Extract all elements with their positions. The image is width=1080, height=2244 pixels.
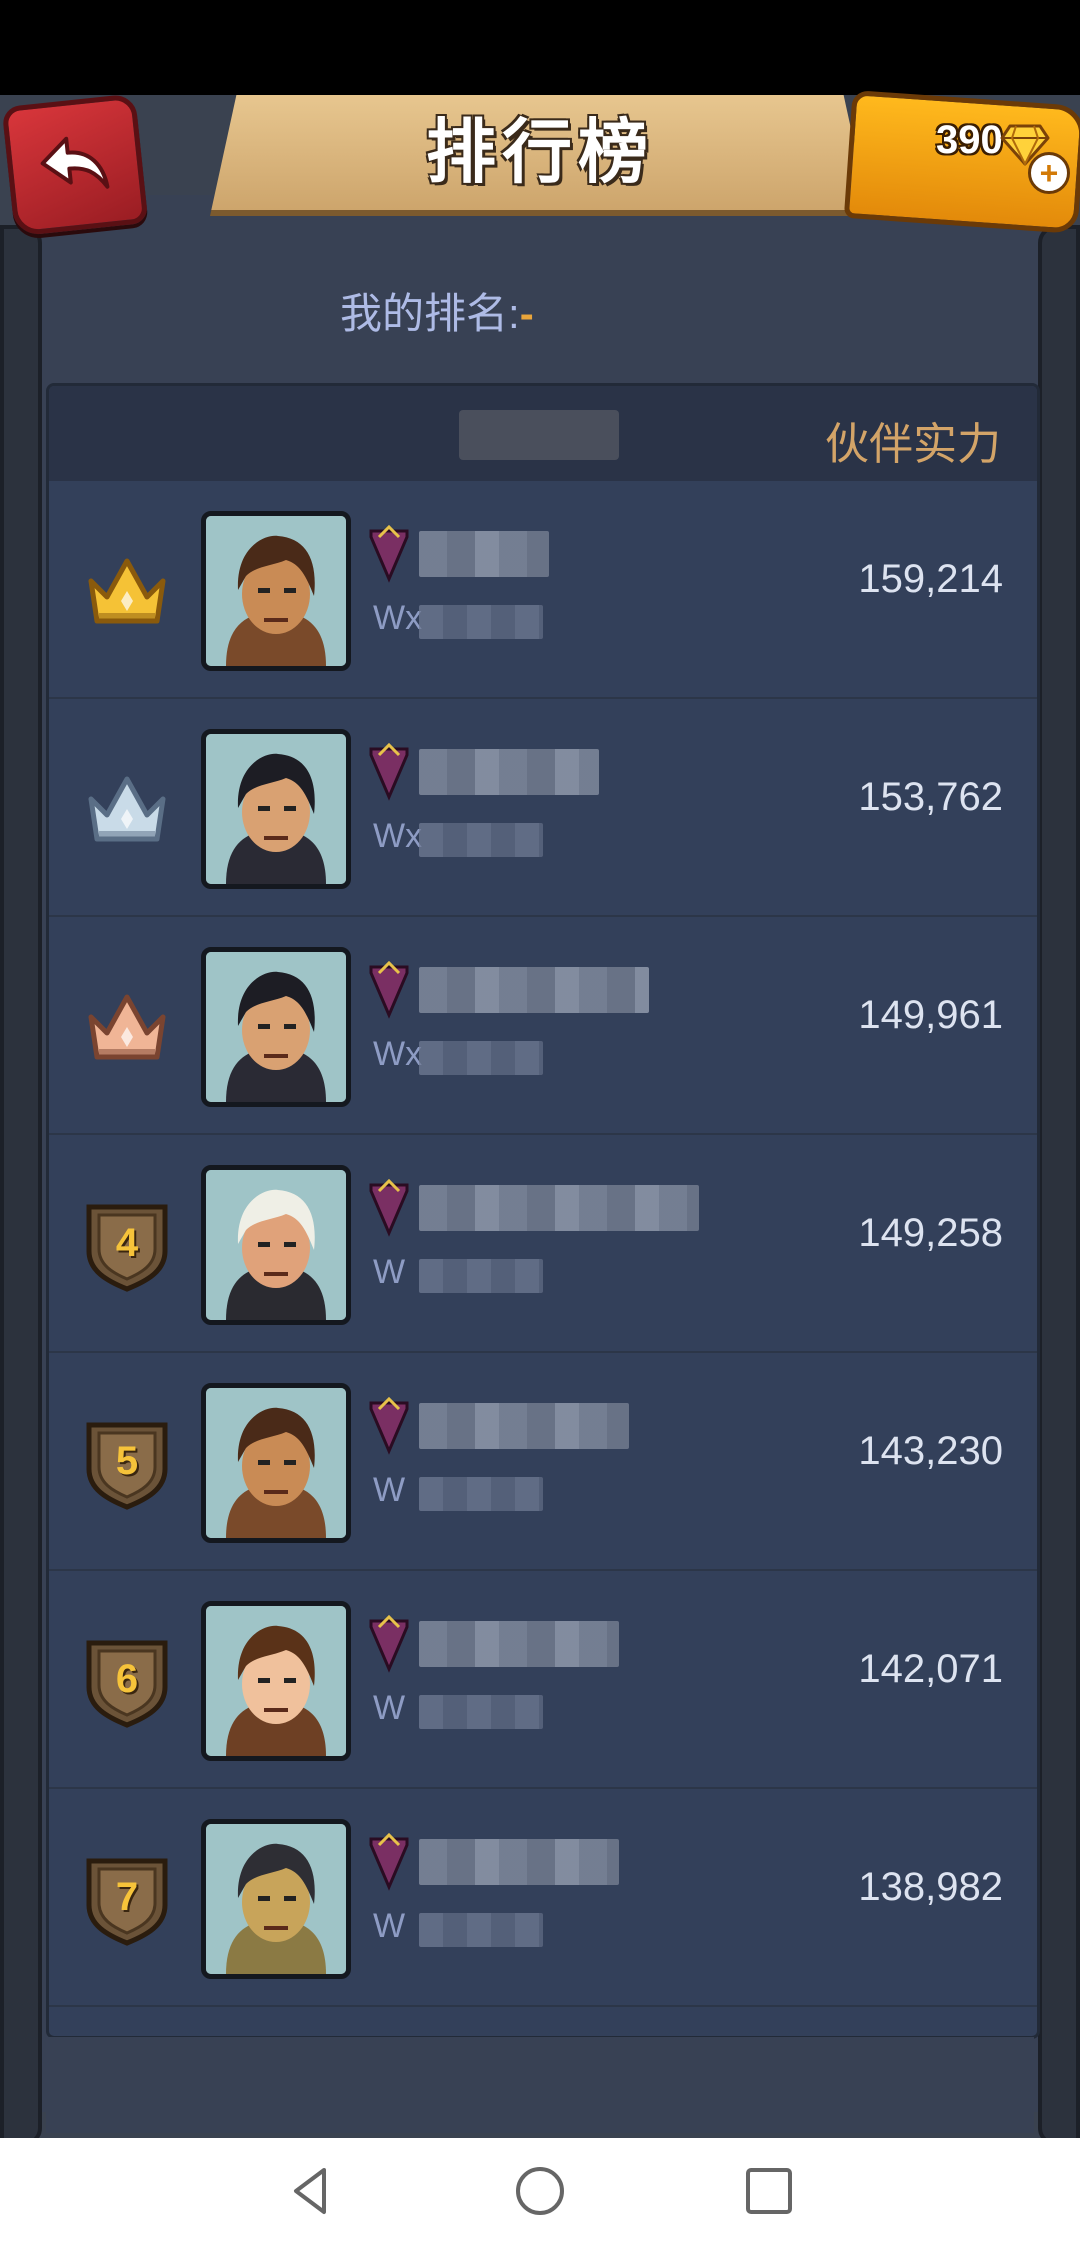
player-id-prefix: W: [373, 1253, 406, 1291]
silver-crown-icon: [77, 757, 177, 857]
rank-number: 4: [115, 1220, 139, 1265]
player-id-prefix: W: [373, 1689, 406, 1727]
player-name-blurred: [419, 1839, 619, 1885]
rank-number: 5: [115, 1438, 139, 1483]
table-row[interactable]: Wx 153,762: [49, 699, 1037, 917]
my-rank-prefix: 我的: [340, 290, 425, 337]
partner-power-value: 159,214: [858, 557, 1003, 601]
title-banner: 排行榜: [210, 95, 870, 216]
player-avatar[interactable]: [201, 1165, 351, 1325]
page-title: 排行榜: [426, 113, 654, 191]
table-row[interactable]: 7 W 138,982: [49, 1789, 1037, 2007]
guild-banner-icon: [369, 1833, 409, 1891]
guild-banner-icon: [369, 525, 409, 583]
partner-power-value: 149,961: [858, 993, 1003, 1037]
player-id-blurred: [419, 1259, 543, 1293]
my-rank: 我的排名:-: [340, 280, 534, 341]
player-id-prefix: Wx: [373, 599, 423, 637]
player-id-prefix: Wx: [373, 817, 423, 855]
player-id-prefix: Wx: [373, 1035, 423, 1073]
guild-banner-icon: [369, 961, 409, 1019]
stone-border-right: [1038, 225, 1080, 2138]
rank-number: 6: [115, 1656, 139, 1701]
my-rank-value: -: [519, 290, 534, 337]
guild-banner-icon: [369, 1397, 409, 1455]
column-power-header: 伙伴实力: [825, 420, 1001, 469]
bronze-crown-icon: [77, 975, 177, 1075]
table-row[interactable]: 4 W 149,258: [49, 1135, 1037, 1353]
table-header: 伙伴实力: [49, 386, 1037, 481]
player-id-blurred: [419, 1913, 543, 1947]
rank-number: 7: [115, 1874, 139, 1919]
guild-banner-icon: [369, 1179, 409, 1237]
player-name-blurred: [419, 1621, 619, 1667]
player-avatar[interactable]: [201, 511, 351, 671]
navigation-bar: [0, 2138, 1080, 2244]
player-id-prefix: W: [373, 1471, 406, 1509]
status-bar: [0, 0, 1080, 95]
gem-count: 390: [936, 118, 1003, 162]
rank-shield-icon: 4: [77, 1193, 177, 1293]
nav-home-icon[interactable]: [513, 2164, 567, 2218]
rank-shield-icon: 7: [77, 1847, 177, 1947]
guild-banner-icon: [369, 1615, 409, 1673]
player-name-blurred: [419, 531, 549, 577]
player-avatar[interactable]: [201, 1601, 351, 1761]
player-id-blurred: [419, 1695, 543, 1729]
partner-power-value: 153,762: [858, 775, 1003, 819]
player-name-blurred: [419, 749, 599, 795]
player-id-blurred: [419, 605, 543, 639]
table-row[interactable]: 6 W 142,071: [49, 1571, 1037, 1789]
rank-shield-icon: 6: [77, 1629, 177, 1729]
partner-power-value: 142,071: [858, 1647, 1003, 1691]
stone-border-left: [0, 225, 42, 2138]
header-center-label: [459, 410, 619, 460]
table-row[interactable]: Wx 159,214: [49, 481, 1037, 699]
table-row[interactable]: 5 W 143,230: [49, 1353, 1037, 1571]
player-name-blurred: [419, 967, 649, 1013]
player-name-blurred: [419, 1185, 699, 1231]
rank-shield-icon: 5: [77, 1411, 177, 1511]
player-avatar[interactable]: [201, 1819, 351, 1979]
partner-power-value: 149,258: [858, 1211, 1003, 1255]
gold-crown-icon: [77, 539, 177, 639]
leaderboard-rows[interactable]: Wx 159,214 Wx 153,762 Wx 149,961 4 W 149,258 5 W 14…: [49, 481, 1037, 2036]
table-row-partial[interactable]: [49, 2007, 1037, 2036]
leaderboard-table[interactable]: 伙伴实力 Wx 159,214 Wx 153,762 Wx 149,961 4 W 149,25…: [46, 383, 1040, 2039]
guild-banner-icon: [369, 743, 409, 801]
player-id-blurred: [419, 1477, 543, 1511]
table-row[interactable]: Wx 149,961: [49, 917, 1037, 1135]
panel-bottom: [46, 2037, 1034, 2133]
my-rank-label: 排名:: [424, 290, 520, 337]
nav-back-icon[interactable]: [284, 2164, 338, 2218]
player-avatar[interactable]: [201, 1383, 351, 1543]
player-avatar[interactable]: [201, 947, 351, 1107]
add-gems-button[interactable]: +: [1028, 152, 1070, 194]
player-id-blurred: [419, 1041, 543, 1075]
nav-recent-icon[interactable]: [742, 2164, 796, 2218]
player-id-blurred: [419, 823, 543, 857]
partner-power-value: 138,982: [858, 1865, 1003, 1909]
partner-power-value: 143,230: [858, 1429, 1003, 1473]
player-avatar[interactable]: [201, 729, 351, 889]
player-name-blurred: [419, 1403, 629, 1449]
back-arrow-icon: [40, 136, 110, 189]
player-id-prefix: W: [373, 1907, 406, 1945]
back-button[interactable]: [1, 93, 149, 237]
